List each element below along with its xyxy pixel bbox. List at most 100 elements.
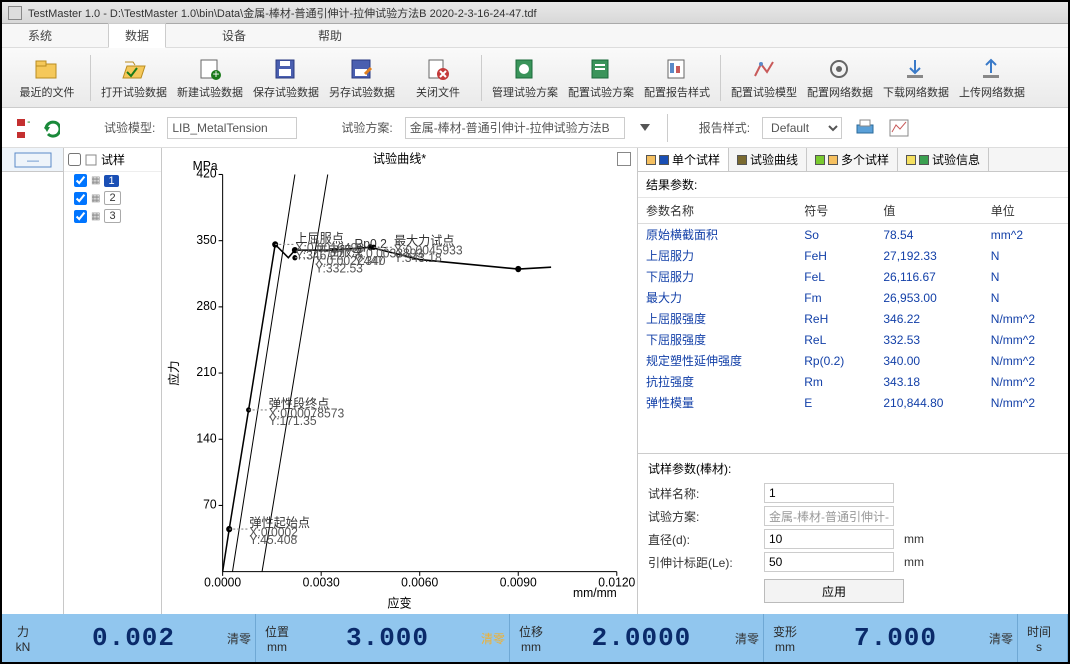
reset-displacement[interactable]: 清零 — [735, 630, 759, 647]
tree-check-all[interactable] — [68, 153, 81, 166]
tab-info[interactable]: 试验信息 — [898, 148, 989, 171]
svg-text:+: + — [27, 118, 30, 129]
separator — [481, 55, 482, 101]
svg-text:Y:171.35: Y:171.35 — [269, 414, 317, 428]
table-row[interactable]: 规定塑性延伸强度Rp(0.2)340.00N/mm^2 — [638, 350, 1068, 371]
download-icon — [902, 56, 930, 82]
upload-network-button[interactable]: 上传网络数据 — [955, 51, 1029, 105]
open-data-button[interactable]: 打开试验数据 — [97, 51, 171, 105]
apply-button[interactable]: 应用 — [764, 579, 904, 603]
chart-preview-icon[interactable] — [888, 118, 910, 138]
table-row[interactable]: 下屈服强度ReL332.53N/mm^2 — [638, 329, 1068, 350]
report-select[interactable]: Default — [762, 117, 842, 139]
status-position: 位置mm 3.000 清零 — [256, 614, 510, 662]
manage-scheme-button[interactable]: 管理试验方案 — [488, 51, 562, 105]
status-bar: 力kN 0.002 清零 位置mm 3.000 清零 位移mm 2.0000 清… — [2, 614, 1068, 662]
specimen-item[interactable]: ▦ 3 — [64, 207, 161, 225]
tab-curve[interactable]: 试验曲线 — [729, 148, 807, 171]
chart-canvas[interactable]: 试验曲线*MPa701402102803504200.00000.00300.0… — [162, 148, 637, 614]
params-header: 结果参数: — [638, 172, 1068, 198]
network-gear-icon — [826, 56, 854, 82]
table-row[interactable]: 上屈服强度ReH346.22N/mm^2 — [638, 308, 1068, 329]
saveas-data-button[interactable]: 另存试验数据 — [325, 51, 399, 105]
refresh-icon[interactable] — [42, 118, 60, 138]
separator — [720, 55, 721, 101]
menu-data[interactable]: 数据 — [108, 23, 166, 48]
table-row[interactable]: 弹性模量E210,844.80N/mm^2 — [638, 392, 1068, 413]
status-time: 时间s — [1018, 614, 1068, 662]
spec-header: 试样参数(棒材): — [648, 460, 1058, 477]
tab-single[interactable]: 单个试样 — [638, 148, 729, 171]
right-tabs: 单个试样 试验曲线 多个试样 试验信息 — [638, 148, 1068, 172]
app-icon — [8, 6, 22, 20]
separator — [90, 55, 91, 101]
scheme-label: 试验方案: — [341, 119, 392, 136]
menu-system[interactable]: 系统 — [12, 24, 68, 47]
report-label: 报告样式: — [699, 119, 750, 136]
specimen-check[interactable] — [74, 210, 87, 223]
svg-text:210: 210 — [196, 365, 216, 379]
svg-text:0.0030: 0.0030 — [303, 575, 340, 589]
table-row[interactable]: 上屈服力FeH27,192.33N — [638, 245, 1068, 266]
svg-text:试验曲线*: 试验曲线* — [373, 151, 426, 166]
specimen-check[interactable] — [74, 174, 87, 187]
svg-text:0.0060: 0.0060 — [401, 575, 438, 589]
status-strain: 变形mm 7.000 清零 — [764, 614, 1018, 662]
new-data-button[interactable]: + 新建试验数据 — [173, 51, 247, 105]
specimen-item[interactable]: ▦ 1 — [64, 172, 161, 189]
tab-multi[interactable]: 多个试样 — [807, 148, 898, 171]
reset-strain[interactable]: 清零 — [989, 630, 1013, 647]
app-window: TestMaster 1.0 - D:\TestMaster 1.0\bin\D… — [0, 0, 1070, 664]
dropdown-icon[interactable] — [637, 119, 655, 137]
reset-position[interactable]: 清零 — [481, 630, 505, 647]
left-tab[interactable]: — — [2, 148, 63, 172]
menu-help[interactable]: 帮助 — [302, 24, 358, 47]
specimen-check[interactable] — [74, 192, 87, 205]
svg-text:70: 70 — [203, 497, 217, 511]
specimen-item[interactable]: ▦ 2 — [64, 189, 161, 207]
model-value[interactable] — [167, 117, 297, 139]
save-data-button[interactable]: 保存试验数据 — [249, 51, 323, 105]
scheme-value[interactable] — [405, 117, 625, 139]
report-icon — [663, 56, 691, 82]
config-scheme-button[interactable]: 配置试验方案 — [564, 51, 638, 105]
table-row[interactable]: 下屈服力FeL26,116.67N — [638, 266, 1068, 287]
config-network-button[interactable]: 配置网络数据 — [803, 51, 877, 105]
subbar: + 试验模型: 试验方案: 报告样式: Default — [2, 108, 1068, 148]
specimen-params: 试样参数(棒材): 试样名称: 试验方案: 直径(d):mm 引伸计标距(Le)… — [638, 454, 1068, 614]
menu-device[interactable]: 设备 — [206, 24, 262, 47]
recent-files-button[interactable]: 最近的文件 — [10, 51, 84, 105]
svg-text:应力: 应力 — [166, 360, 181, 385]
spec-gauge-input[interactable] — [764, 552, 894, 572]
clamp-red-icon[interactable]: + — [12, 118, 30, 138]
svg-text:0.0090: 0.0090 — [500, 575, 537, 589]
spec-name-input[interactable] — [764, 483, 894, 503]
right-pane: 单个试样 试验曲线 多个试样 试验信息 结果参数: 参数名称 符号 值 单位 原 — [638, 148, 1068, 614]
spec-scheme-input[interactable] — [764, 506, 894, 526]
config-report-button[interactable]: 配置报告样式 — [640, 51, 714, 105]
svg-text:Y:343.18: Y:343.18 — [394, 251, 442, 265]
titlebar: TestMaster 1.0 - D:\TestMaster 1.0\bin\D… — [2, 2, 1068, 24]
table-row[interactable]: 最大力Fm26,953.00N — [638, 287, 1068, 308]
close-file-icon — [424, 56, 452, 82]
download-network-button[interactable]: 下载网络数据 — [879, 51, 953, 105]
svg-text:420: 420 — [196, 166, 216, 180]
reset-force[interactable]: 清零 — [227, 630, 251, 647]
config-model-button[interactable]: 配置试验模型 — [727, 51, 801, 105]
upload-icon — [978, 56, 1006, 82]
status-force: 力kN 0.002 清零 — [2, 614, 256, 662]
table-row[interactable]: 抗拉强度Rm343.18N/mm^2 — [638, 371, 1068, 392]
spec-diameter-input[interactable] — [764, 529, 894, 549]
model-icon — [750, 56, 778, 82]
params-table[interactable]: 参数名称 符号 值 单位 原始横截面积So78.54mm^2上屈服力FeH27,… — [638, 198, 1068, 454]
print-icon[interactable] — [854, 118, 876, 138]
table-row[interactable]: 原始横截面积So78.54mm^2 — [638, 224, 1068, 246]
svg-text:mm/mm: mm/mm — [573, 586, 617, 600]
window-title: TestMaster 1.0 - D:\TestMaster 1.0\bin\D… — [28, 5, 537, 21]
scheme-icon — [511, 56, 539, 82]
close-file-button[interactable]: 关闭文件 — [401, 51, 475, 105]
tree-header[interactable]: 试样 — [64, 148, 161, 172]
chart-maximize-icon[interactable] — [617, 152, 631, 166]
specimen-tree: 试样 ▦ 1▦ 2▦ 3 — [64, 148, 162, 614]
left-tabstrip: — — [2, 148, 64, 614]
